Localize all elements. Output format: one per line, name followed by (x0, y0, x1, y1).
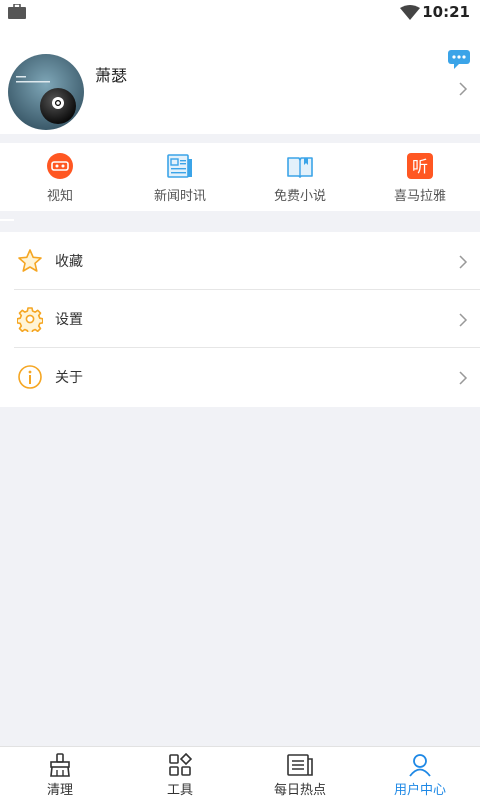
chevron-right-icon (459, 254, 468, 273)
book-icon (286, 153, 314, 179)
briefcase-icon (8, 3, 26, 23)
status-bar: 10:21 (0, 0, 480, 24)
profile-header[interactable]: 萧瑟 (0, 24, 480, 134)
menu-item-about[interactable]: 关于 (0, 348, 480, 406)
avatar[interactable] (8, 54, 84, 130)
tab-label: 工具 (166, 783, 193, 798)
quick-link-news[interactable]: 新闻时讯 (120, 143, 240, 211)
tools-grid-icon (168, 752, 193, 777)
wifi-icon (400, 5, 420, 24)
user-icon (408, 753, 432, 777)
menu-item-label: 收藏 (55, 254, 83, 270)
menu-item-label: 关于 (55, 370, 83, 386)
news-icon (167, 153, 193, 179)
quick-link-label: 喜马拉雅 (393, 189, 446, 204)
tab-label: 每日热点 (273, 783, 326, 798)
newspaper-icon (287, 753, 313, 777)
settings-menu: 收藏 设置 关于 (0, 232, 480, 407)
tab-label: 清理 (46, 783, 73, 798)
quick-link-ximalaya[interactable]: 听 喜马拉雅 (360, 143, 480, 211)
ximalaya-icon: 听 (407, 153, 433, 179)
quick-link-label: 新闻时讯 (153, 189, 206, 204)
gear-icon (16, 306, 44, 335)
quick-link-label: 免费小说 (273, 189, 326, 204)
tab-daily-hot[interactable]: 每日热点 (240, 747, 360, 800)
svg-text:听: 听 (412, 157, 428, 176)
bottom-tab-bar: 清理 工具 每日热点 用户中心 (0, 746, 480, 800)
tab-clean[interactable]: 清理 (0, 747, 120, 800)
chevron-right-icon (459, 81, 468, 100)
divider (0, 219, 14, 221)
tab-label: 用户中心 (393, 783, 446, 798)
tab-user-center[interactable]: 用户中心 (360, 747, 480, 800)
menu-item-settings[interactable]: 设置 (0, 290, 480, 348)
quick-links: 视知 新闻时讯 免费小说 听 喜马拉雅 (0, 143, 480, 211)
message-icon[interactable] (448, 50, 470, 74)
menu-item-favorites[interactable]: 收藏 (0, 232, 480, 290)
star-icon (17, 248, 43, 274)
shizhi-icon (47, 153, 73, 179)
broom-icon (48, 753, 72, 777)
info-icon (17, 364, 43, 390)
menu-item-label: 设置 (55, 312, 83, 328)
chevron-right-icon (459, 370, 468, 389)
clock: 10:21 (422, 3, 470, 21)
chevron-right-icon (459, 312, 468, 331)
tab-tools[interactable]: 工具 (120, 747, 240, 800)
quick-link-shizhi[interactable]: 视知 (0, 143, 120, 211)
quick-link-label: 视知 (46, 189, 73, 204)
username: 萧瑟 (95, 66, 128, 85)
quick-link-novel[interactable]: 免费小说 (240, 143, 360, 211)
